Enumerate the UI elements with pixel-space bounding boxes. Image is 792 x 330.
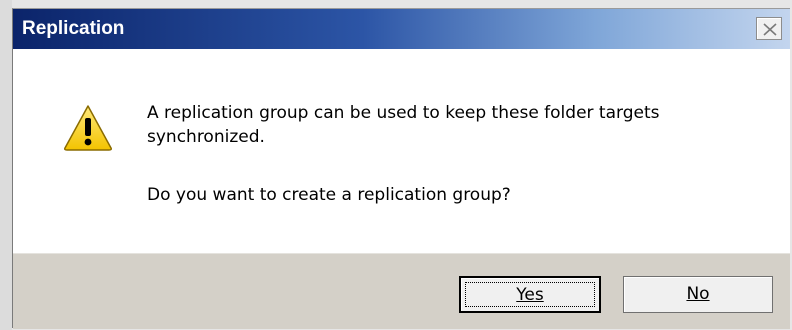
close-icon bbox=[763, 23, 777, 36]
button-bar: Yes No bbox=[13, 253, 790, 329]
dialog-title: Replication bbox=[22, 18, 125, 39]
no-button[interactable]: No bbox=[623, 276, 773, 313]
yes-button[interactable]: Yes bbox=[459, 276, 601, 313]
message-text: A replication group can be used to keep … bbox=[147, 103, 660, 147]
window-edge bbox=[0, 0, 12, 330]
focus-rectangle bbox=[465, 282, 595, 307]
warning-icon bbox=[64, 105, 112, 151]
no-button-label: No bbox=[686, 284, 710, 304]
question-text: Do you want to create a replication grou… bbox=[147, 185, 511, 205]
close-button[interactable] bbox=[756, 17, 782, 40]
title-bar[interactable]: Replication bbox=[13, 9, 790, 49]
message-area: A replication group can be used to keep … bbox=[13, 49, 790, 253]
replication-dialog: Replication A replication group can be u… bbox=[12, 8, 790, 329]
